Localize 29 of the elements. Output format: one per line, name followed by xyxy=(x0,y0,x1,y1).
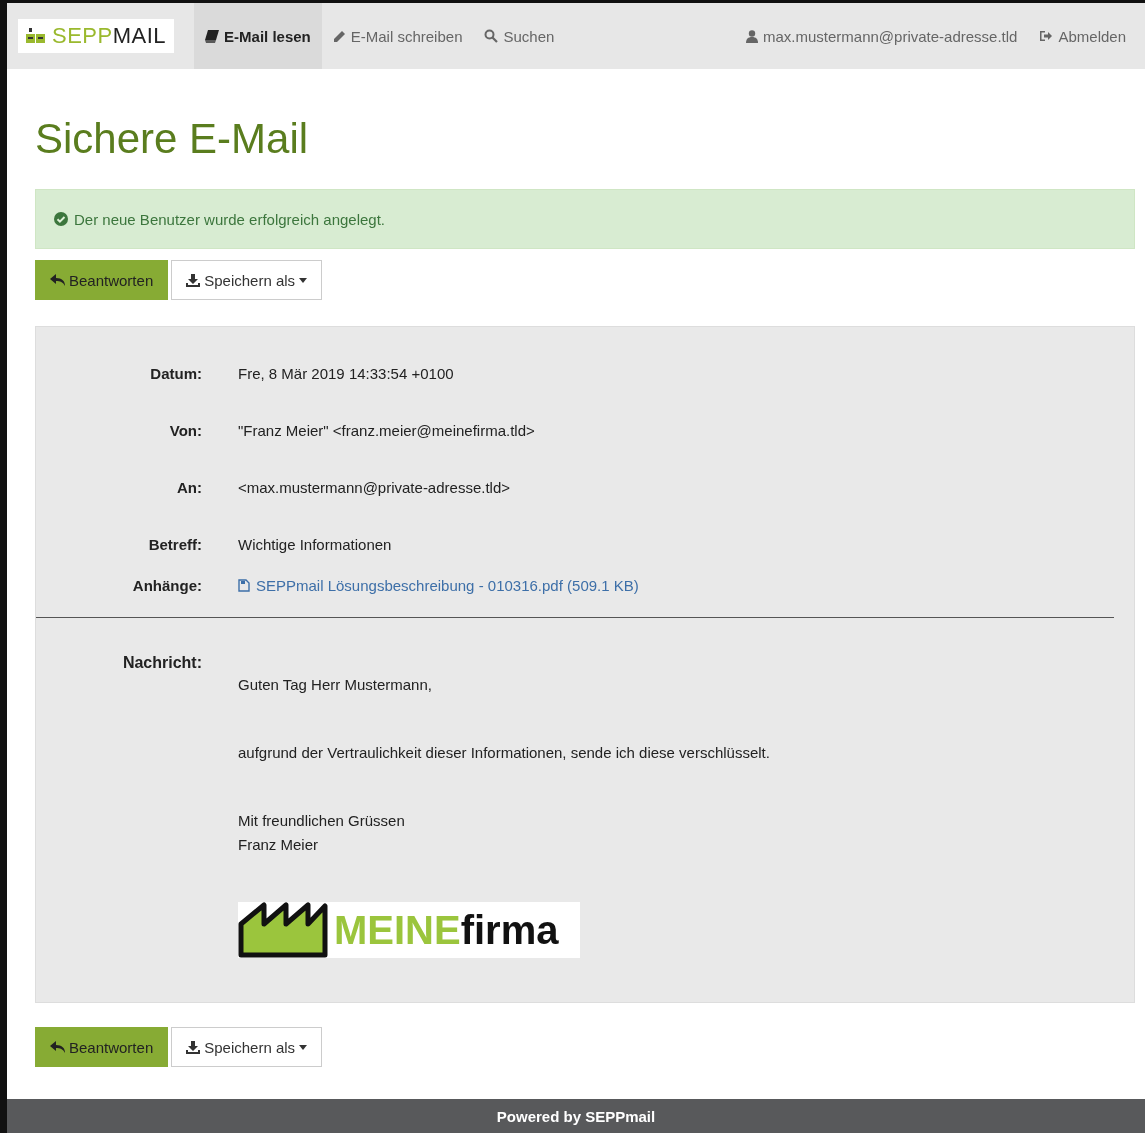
field-value: "Franz Meier" <franz.meier@meinefirma.tld> xyxy=(238,422,535,439)
nav-tab[interactable]: E-Mail schreiben xyxy=(321,3,474,69)
field-label: Anhänge: xyxy=(131,577,202,594)
reply-button[interactable]: Beantworten xyxy=(35,260,169,300)
page-title: Sichere E-Mail xyxy=(35,115,310,163)
field-value: Fre, 8 Mär 2019 14:33:54 +0100 xyxy=(238,365,454,382)
message-text: Guten Tag Herr Mustermann, xyxy=(238,675,433,695)
field-label: Datum: xyxy=(149,365,202,382)
alert-text: Der neue Benutzer wurde erfolgreich angelegt. xyxy=(74,210,386,228)
logo[interactable]: SEPPMAIL xyxy=(18,19,175,53)
field-label: Von: xyxy=(168,422,202,439)
user-link[interactable]: max.mustermann@private-adresse.tld xyxy=(734,3,1029,69)
footer-text: Powered by SEPPmail xyxy=(7,1099,1145,1133)
save-as-button[interactable]: Speichern als xyxy=(171,260,323,300)
field-value: <max.mustermann@private-adresse.tld> xyxy=(238,479,510,496)
nav-tab[interactable]: E-Mail lesen xyxy=(194,3,322,69)
logout-link[interactable]: Abmelden xyxy=(1028,3,1137,69)
save-as-button[interactable]: Speichern als xyxy=(171,1027,323,1067)
reply-button[interactable]: Beantworten xyxy=(35,1027,169,1067)
message-text: Franz Meier xyxy=(238,835,320,855)
field-value: Wichtige Informationen xyxy=(238,536,392,553)
nav-tab[interactable]: Suchen xyxy=(473,3,566,69)
field-label: Nachricht: xyxy=(121,654,202,673)
field-label: Betreff: xyxy=(147,536,202,553)
message-text: aufgrund der Vertraulichkeit dieser Informationen, sende ich diese verschlüsselt. xyxy=(238,743,770,763)
attachment-link[interactable]: SEPPmail Lösungsbeschreibung - 010316.pdf (509.1 KB) xyxy=(238,577,639,594)
field-label: An: xyxy=(176,479,202,496)
company-logo: MEINEfirma xyxy=(238,902,580,958)
message-text: Mit freundlichen Grüssen xyxy=(238,811,406,831)
